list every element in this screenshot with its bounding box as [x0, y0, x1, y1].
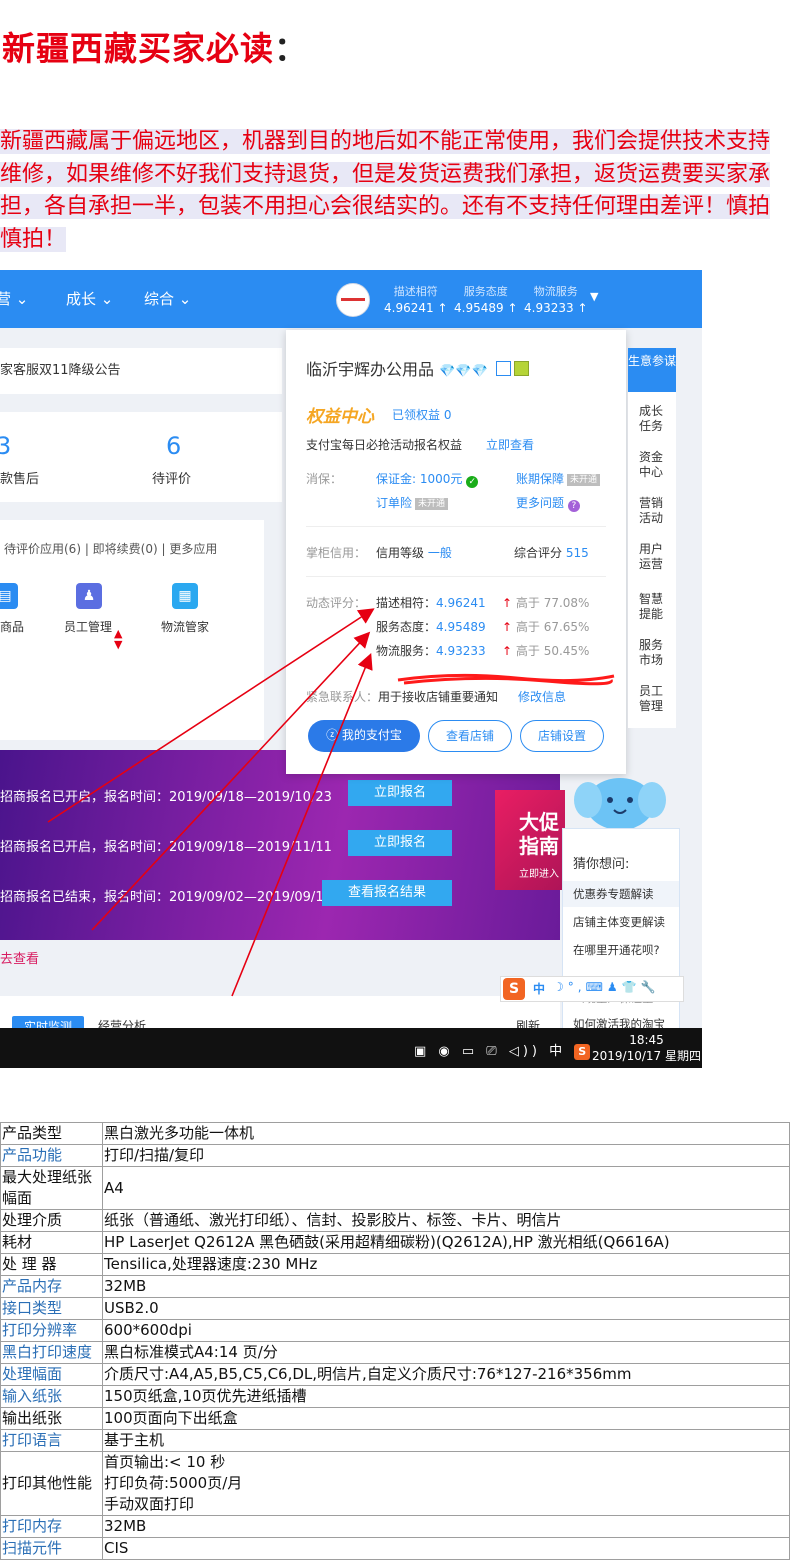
- spec-value: 黑白标准模式A4:14 页/分: [102, 1341, 790, 1364]
- spec-table: 产品类型 黑白激光多功能一体机 产品功能 打印/扫描/复印 最大处理纸张幅面 A4 处理介质…: [0, 1122, 790, 1560]
- spec-key: 打印语言: [0, 1429, 103, 1452]
- spec-row: 打印内存 32MB: [0, 1515, 790, 1538]
- spec-row: 产品功能 打印/扫描/复印: [0, 1144, 790, 1167]
- spec-value: 基于主机: [102, 1429, 790, 1452]
- spec-value: 首页输出:< 10 秒打印负荷:5000页/月 手动双面打印: [102, 1451, 790, 1516]
- spec-value: 100页面向下出纸盒: [102, 1407, 790, 1430]
- notice-heading-colon: ：: [274, 29, 308, 68]
- notice-heading: 新疆西藏买家必读：: [2, 22, 308, 70]
- spec-value: 黑白激光多功能一体机: [102, 1122, 790, 1145]
- spec-row: 扫描元件 CIS: [0, 1537, 790, 1560]
- notice-heading-text: 新疆西藏买家必读: [2, 29, 274, 68]
- spec-value: A4: [102, 1166, 790, 1210]
- spec-row: 处 理 器 Tensilica,处理器速度:230 MHz: [0, 1253, 790, 1276]
- spec-key: 黑白打印速度: [0, 1341, 103, 1364]
- spec-value: USB2.0: [102, 1297, 790, 1320]
- spec-row: 黑白打印速度 黑白标准模式A4:14 页/分: [0, 1341, 790, 1364]
- spec-row: 打印其他性能 首页输出:< 10 秒打印负荷:5000页/月 手动双面打印: [0, 1451, 790, 1516]
- spec-row: 接口类型 USB2.0: [0, 1297, 790, 1320]
- spec-key: 耗材: [0, 1231, 103, 1254]
- spec-row: 产品内存 32MB: [0, 1275, 790, 1298]
- spec-key: 处 理 器: [0, 1253, 103, 1276]
- spec-row: 产品类型 黑白激光多功能一体机: [0, 1122, 790, 1145]
- spec-key: 扫描元件: [0, 1537, 103, 1560]
- spec-value: 600*600dpi: [102, 1319, 790, 1342]
- remote-area-notice: 新疆西藏属于偏远地区，机器到目的地后如不能正常使用，我们会提供技术支持维修，如果…: [0, 126, 771, 256]
- spec-value: CIS: [102, 1537, 790, 1560]
- spec-row: 最大处理纸张幅面 A4: [0, 1166, 790, 1210]
- spec-value: 打印/扫描/复印: [102, 1144, 790, 1167]
- spec-value: Tensilica,处理器速度:230 MHz: [102, 1253, 790, 1276]
- spec-row: 输入纸张 150页纸盒,10页优先进纸插槽: [0, 1385, 790, 1408]
- spec-key: 打印分辨率: [0, 1319, 103, 1342]
- annotation-arrows: [47, 608, 375, 997]
- spec-value: 32MB: [102, 1515, 790, 1538]
- spec-key: 接口类型: [0, 1297, 103, 1320]
- spec-key: 处理介质: [0, 1209, 103, 1232]
- spec-value: HP LaserJet Q2612A 黑色硒鼓(采用超精细碳粉)(Q2612A)…: [102, 1231, 790, 1254]
- spec-key: 打印其他性能: [0, 1451, 103, 1516]
- spec-key: 最大处理纸张幅面: [0, 1166, 103, 1210]
- spec-key: 输入纸张: [0, 1385, 103, 1408]
- spec-key: 输出纸张: [0, 1407, 103, 1430]
- spec-value: 32MB: [102, 1275, 790, 1298]
- spec-value: 纸张（普通纸、激光打印纸）、信封、投影胶片、标签、卡片、明信片: [102, 1209, 790, 1232]
- spec-key: 打印内存: [0, 1515, 103, 1538]
- spec-key: 产品内存: [0, 1275, 103, 1298]
- spec-key: 产品功能: [0, 1144, 103, 1167]
- spec-row: 处理介质 纸张（普通纸、激光打印纸）、信封、投影胶片、标签、卡片、明信片: [0, 1209, 790, 1232]
- spec-key: 产品类型: [0, 1122, 103, 1145]
- spec-key: 处理幅面: [0, 1363, 103, 1386]
- notice-text: 新疆西藏属于偏远地区，机器到目的地后如不能正常使用，我们会提供技术支持维修，如果…: [0, 129, 771, 252]
- spec-row: 打印语言 基于主机: [0, 1429, 790, 1452]
- spec-value: 150页纸盒,10页优先进纸插槽: [102, 1385, 790, 1408]
- seller-dashboard-screenshot: 营 ⌄ 成长 ⌄ 综合 ⌄ 描述相符 4.96241 ↑ 服务态度 4.95489 …: [0, 270, 702, 1068]
- spec-row: 处理幅面 介质尺寸:A4,A5,B5,C5,C6,DL,明信片,自定义介质尺寸:7…: [0, 1363, 790, 1386]
- spec-row: 耗材 HP LaserJet Q2612A 黑色硒鼓(采用超精细碳粉)(Q2612…: [0, 1231, 790, 1254]
- spec-row: 输出纸张 100页面向下出纸盒: [0, 1407, 790, 1430]
- spec-row: 打印分辨率 600*600dpi: [0, 1319, 790, 1342]
- spec-value: 介质尺寸:A4,A5,B5,C5,C6,DL,明信片,自定义介质尺寸:76*12…: [102, 1363, 790, 1386]
